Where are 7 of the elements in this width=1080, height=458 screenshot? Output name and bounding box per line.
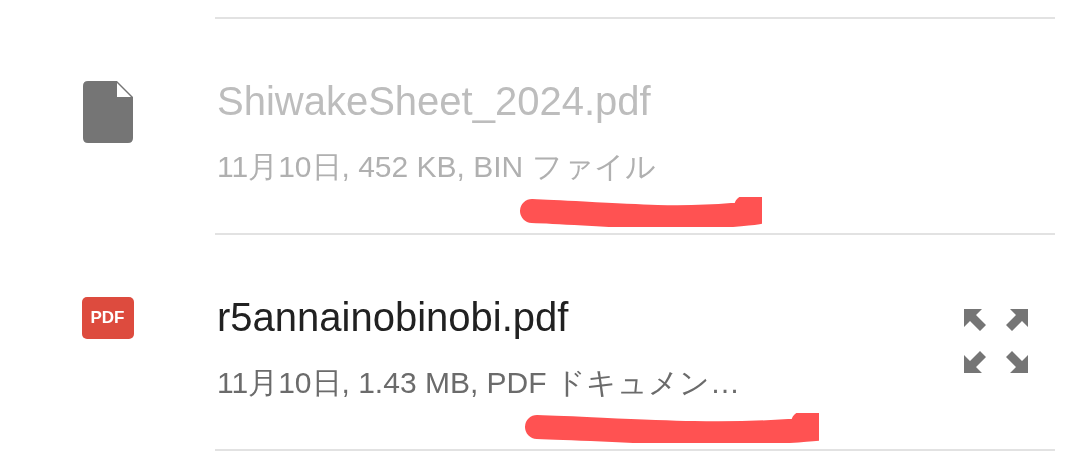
pdf-file-icon: PDF — [81, 297, 134, 339]
expand-icon[interactable] — [962, 307, 1030, 375]
file-details: 11月10日, 452 KB, BIN ファイル — [217, 149, 657, 185]
file-icon — [82, 81, 133, 143]
file-name: ShiwakeSheet_2024.pdf — [217, 78, 652, 125]
file-name: r5annainobinobi.pdf — [217, 294, 570, 341]
file-details: 11月10日, 1.43 MB, PDF ドキュメン… — [217, 365, 741, 401]
